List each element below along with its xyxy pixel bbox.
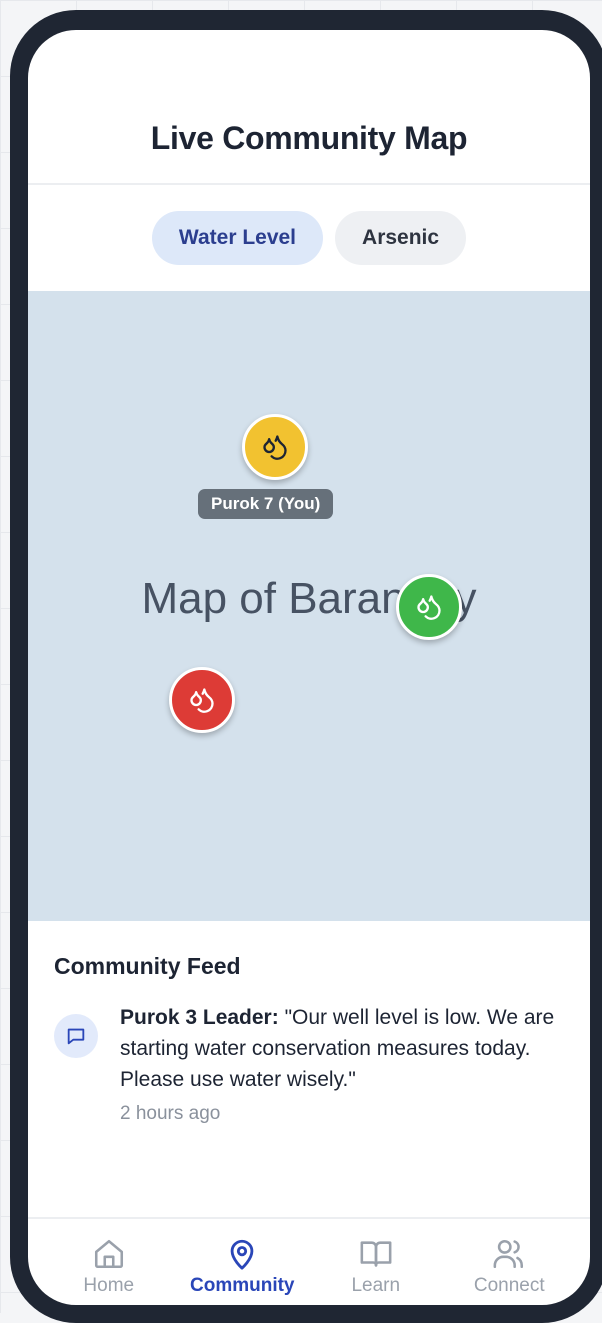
nav-community-label: Community [190, 1275, 295, 1296]
marker-tooltip: Purok 7 (You) [198, 489, 334, 519]
nav-learn-label: Learn [351, 1275, 401, 1296]
tab-arsenic[interactable]: Arsenic [335, 211, 467, 265]
feed-author: Purok 3 Leader: [120, 1006, 279, 1029]
bottom-nav: Home Community Learn Connect [28, 1217, 590, 1305]
nav-home[interactable]: Home [49, 1237, 169, 1297]
map-marker-red[interactable] [169, 667, 235, 733]
header: Live Community Map [28, 30, 590, 185]
feed-timestamp: 2 hours ago [120, 1103, 221, 1124]
layer-tabs: Water Level Arsenic [28, 185, 590, 291]
nav-connect-label: Connect [473, 1275, 545, 1296]
nav-community[interactable]: Community [182, 1237, 302, 1297]
book-icon [360, 1241, 392, 1267]
nav-learn[interactable]: Learn [316, 1237, 436, 1297]
users-icon [493, 1239, 524, 1269]
water-drops-icon [417, 595, 441, 620]
phone-frame: Live Community Map Water Level Arsenic M… [10, 10, 602, 1323]
nav-home-label: Home [83, 1275, 135, 1296]
water-drops-icon [263, 435, 287, 460]
map-pin-icon [230, 1239, 254, 1270]
community-feed: Community Feed Purok 3 Leader: "Our well… [28, 921, 590, 1125]
map-marker-green[interactable] [396, 574, 462, 640]
feed-item[interactable]: Purok 3 Leader: "Our well level is low. … [54, 1002, 564, 1125]
feed-title: Community Feed [54, 953, 241, 979]
map-placeholder-label: Map of Barangay [141, 574, 477, 623]
nav-connect[interactable]: Connect [449, 1237, 569, 1297]
map-marker-purok-7[interactable] [242, 414, 308, 480]
message-icon [54, 1014, 98, 1058]
app-screen: Live Community Map Water Level Arsenic M… [28, 30, 590, 1305]
community-map[interactable]: Map of Barangay Purok 7 (You) [28, 291, 590, 921]
page-title: Live Community Map [150, 120, 468, 156]
water-drops-icon [190, 688, 214, 713]
home-icon [94, 1239, 123, 1269]
feed-message: Purok 3 Leader: "Our well level is low. … [120, 1002, 564, 1095]
tab-water-level[interactable]: Water Level [151, 211, 324, 265]
